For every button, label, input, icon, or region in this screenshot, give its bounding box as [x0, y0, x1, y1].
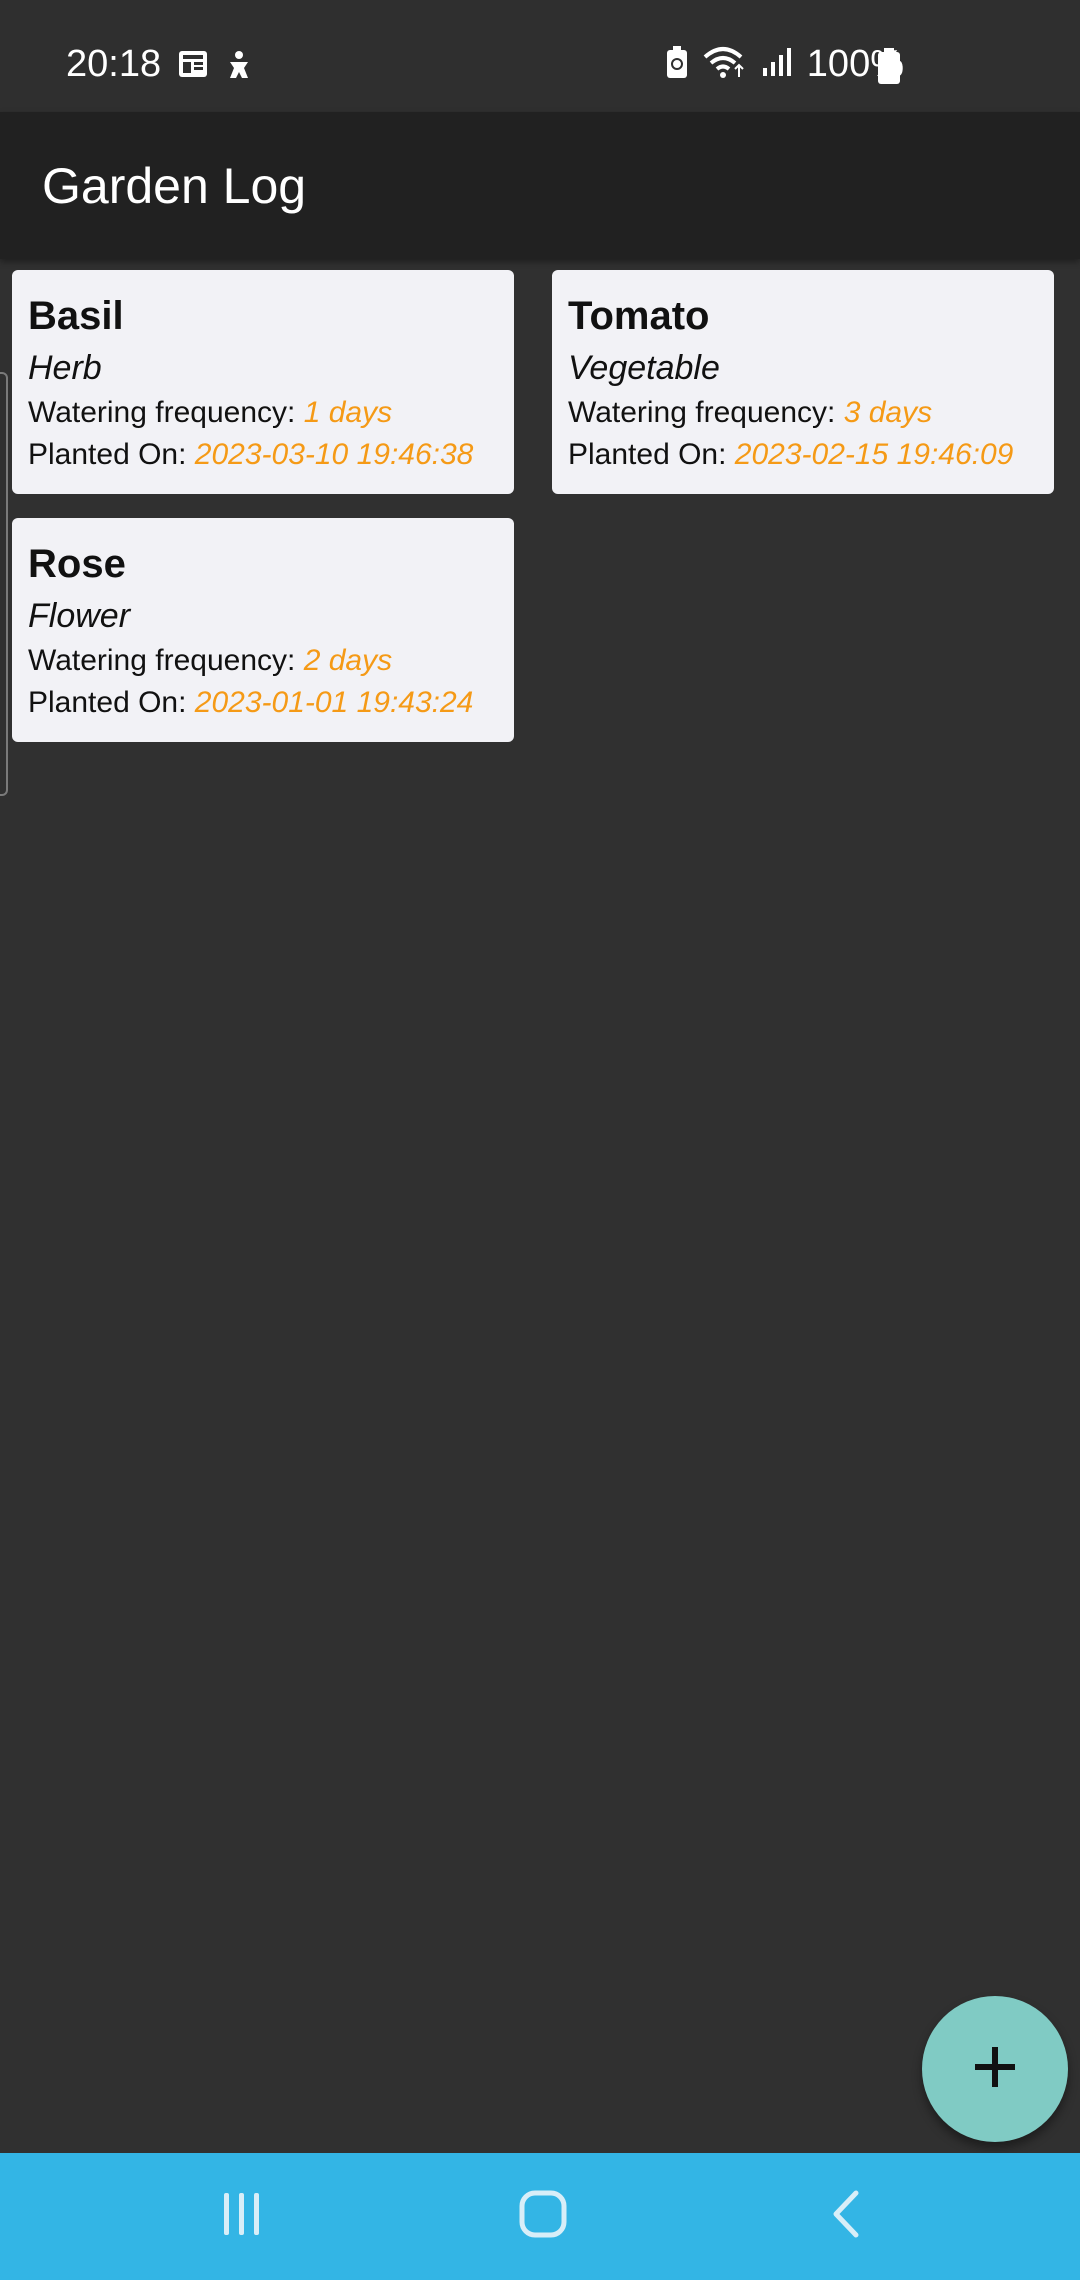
back-button[interactable]	[806, 2181, 886, 2251]
edge-panel-handle[interactable]	[0, 372, 8, 796]
app-bar: Garden Log	[0, 112, 1080, 259]
status-right: 100%	[665, 42, 904, 86]
watering-frequency: Watering frequency: 3 days	[568, 392, 1038, 434]
plus-icon	[973, 2045, 1017, 2094]
watering-value: 1 days	[303, 396, 393, 429]
news-icon	[178, 50, 208, 87]
watering-label: Watering frequency:	[28, 644, 304, 677]
plant-name: Basil	[28, 294, 124, 338]
home-icon	[518, 2189, 568, 2244]
status-left-icons	[178, 50, 254, 87]
plant-name: Rose	[28, 542, 126, 586]
watering-frequency: Watering frequency: 1 days	[28, 392, 498, 434]
signal-icon	[761, 46, 793, 83]
watering-value: 2 days	[303, 644, 393, 677]
accessibility-icon	[224, 50, 254, 87]
plant-card[interactable]: Basil Herb Watering frequency: 1 days Pl…	[12, 270, 514, 494]
watering-label: Watering frequency:	[28, 396, 304, 429]
add-plant-button[interactable]	[922, 1996, 1068, 2142]
planted-value: 2023-01-01 19:43:24	[194, 686, 474, 719]
plant-type: Vegetable	[568, 349, 720, 387]
plant-name: Tomato	[568, 294, 710, 338]
planted-label: Planted On:	[28, 686, 195, 719]
home-button[interactable]	[503, 2181, 583, 2251]
watering-value: 3 days	[843, 396, 933, 429]
status-bar: 20:18 100%	[0, 0, 1080, 112]
planted-value: 2023-02-15 19:46:09	[734, 438, 1014, 471]
watering-label: Watering frequency:	[568, 396, 844, 429]
planted-on: Planted On: 2023-03-10 19:46:38	[28, 434, 498, 476]
plant-type: Flower	[28, 597, 131, 635]
wifi-icon	[703, 45, 747, 84]
recent-apps-button[interactable]	[202, 2181, 282, 2251]
recent-apps-icon	[218, 2191, 266, 2242]
planted-on: Planted On: 2023-02-15 19:46:09	[568, 434, 1038, 476]
plant-card[interactable]: Tomato Vegetable Watering frequency: 3 d…	[552, 270, 1054, 494]
watering-frequency: Watering frequency: 2 days	[28, 640, 498, 682]
battery-saver-icon	[665, 45, 689, 84]
planted-label: Planted On:	[568, 438, 735, 471]
back-icon	[826, 2189, 866, 2244]
planted-value: 2023-03-10 19:46:38	[194, 438, 474, 471]
battery-icon	[878, 48, 900, 84]
app-title: Garden Log	[42, 158, 307, 214]
system-nav-bar	[0, 2153, 1080, 2280]
planted-label: Planted On:	[28, 438, 195, 471]
plant-type: Herb	[28, 349, 102, 387]
planted-on: Planted On: 2023-01-01 19:43:24	[28, 682, 498, 724]
plant-card[interactable]: Rose Flower Watering frequency: 2 days P…	[12, 518, 514, 742]
status-time: 20:18	[66, 43, 162, 85]
